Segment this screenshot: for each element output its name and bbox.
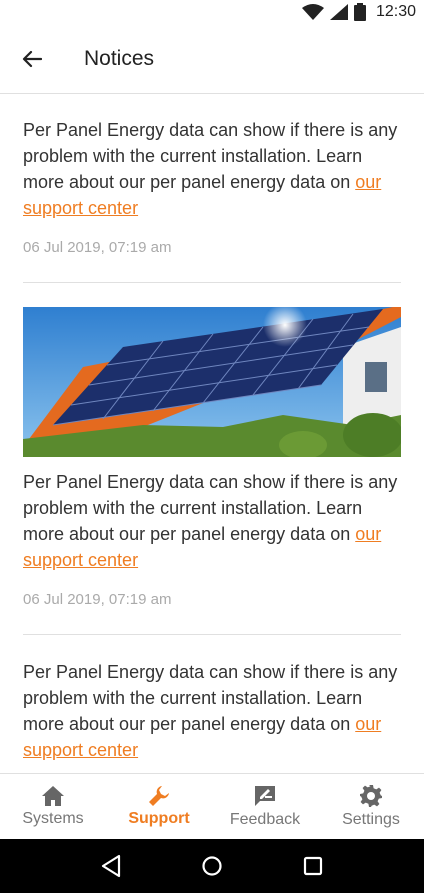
nav-settings[interactable]: Settings	[318, 774, 424, 839]
back-button[interactable]	[0, 24, 64, 94]
notice-date: 06 Jul 2019, 07:19 am	[23, 239, 172, 256]
system-home-button[interactable]	[192, 846, 232, 886]
system-back-button[interactable]	[91, 846, 131, 886]
app-bar: Notices	[0, 24, 424, 94]
home-circle-icon	[202, 856, 222, 876]
nav-label: Feedback	[229, 811, 301, 828]
nav-systems[interactable]: Systems	[0, 774, 106, 839]
notice-text: Per Panel Energy data can show if there …	[23, 472, 398, 570]
home-icon	[42, 786, 64, 806]
solar-roof-house-photo	[23, 307, 401, 457]
notice-text: Per Panel Energy data can show if there …	[23, 662, 398, 760]
feedback-icon	[255, 786, 275, 806]
status-time: 12:30	[375, 3, 416, 20]
notice-item: Per Panel Energy data can show if there …	[23, 307, 401, 635]
arrow-left-icon	[22, 50, 42, 67]
wifi-icon	[301, 4, 324, 20]
battery-icon	[353, 3, 366, 21]
nav-label: Support	[128, 810, 190, 827]
nav-label: Settings	[342, 811, 400, 828]
notice-item: Per Panel Energy data can show if there …	[23, 95, 401, 283]
nav-feedback[interactable]: Feedback	[212, 774, 318, 839]
notice-item: Per Panel Energy data can show if there …	[23, 635, 401, 763]
bottom-nav: Systems Support Feedback Settings	[0, 773, 424, 839]
back-triangle-icon	[101, 854, 120, 878]
system-nav-bar	[0, 839, 424, 893]
status-bar: 12:30	[0, 0, 424, 24]
gear-icon	[360, 785, 382, 807]
signal-icon	[329, 4, 348, 20]
page-title: Notices	[84, 46, 155, 70]
wrench-icon	[149, 786, 169, 806]
notices-list[interactable]: Per Panel Energy data can show if there …	[0, 95, 424, 773]
recents-square-icon	[304, 856, 323, 876]
notice-text: Per Panel Energy data can show if there …	[23, 120, 398, 218]
notice-date: 06 Jul 2019, 07:19 am	[23, 591, 172, 608]
nav-label: Systems	[22, 810, 84, 827]
nav-support[interactable]: Support	[106, 774, 212, 839]
system-recents-button[interactable]	[293, 846, 333, 886]
